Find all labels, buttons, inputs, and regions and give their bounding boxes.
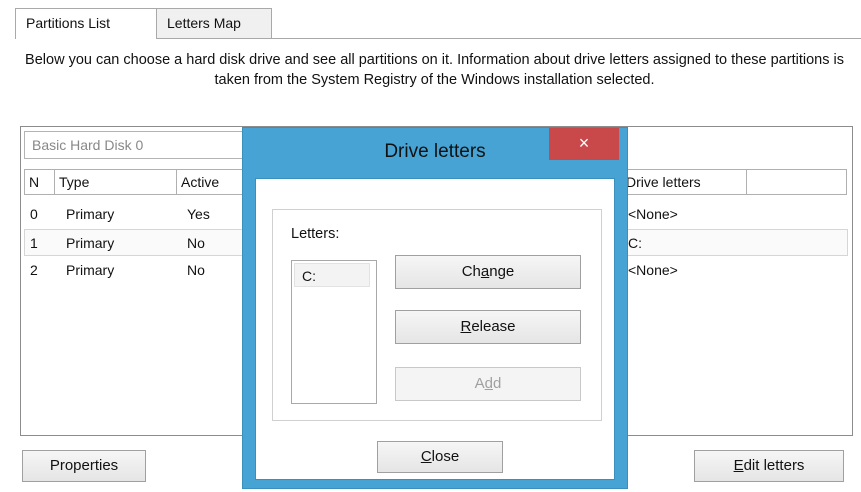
release-button[interactable]: Release — [395, 310, 581, 344]
close-button[interactable]: Close — [377, 441, 503, 473]
cell-drive-letters: C: — [628, 235, 642, 251]
cell-n: 1 — [30, 235, 38, 251]
cell-type: Primary — [66, 235, 115, 251]
button-label: elease — [471, 318, 516, 335]
letters-list[interactable]: C: — [291, 260, 377, 404]
intro-text: Below you can choose a hard disk drive a… — [25, 52, 844, 88]
button-label: dit letters — [743, 457, 805, 474]
mnemonic: a — [480, 263, 490, 280]
button-label: A — [474, 375, 485, 392]
add-button[interactable]: Add — [395, 367, 581, 401]
cell-active: No — [187, 262, 205, 278]
mnemonic: C — [420, 448, 432, 465]
cell-drive-letters: <None> — [628, 206, 678, 222]
cell-n: 0 — [30, 206, 38, 222]
tab-partitions-list[interactable]: Partitions List — [15, 8, 157, 39]
button-label: lose — [431, 448, 460, 465]
change-button[interactable]: Change — [395, 255, 581, 289]
mnemonic: E — [733, 457, 744, 474]
column-header-drive-letters[interactable]: Drive letters — [621, 169, 747, 195]
drive-letters-dialog: Drive letters × Letters: C: Change Relea… — [242, 127, 628, 489]
letters-group: Letters: C: Change Release Add — [272, 209, 602, 421]
column-header-n[interactable]: N — [24, 169, 55, 195]
column-header-empty — [747, 169, 847, 195]
edit-letters-button[interactable]: Edit letters — [694, 450, 844, 482]
dialog-body: Letters: C: Change Release Add Close — [255, 178, 615, 480]
button-label: d — [493, 375, 502, 392]
cell-type: Primary — [66, 206, 115, 222]
tab-letters-map[interactable]: Letters Map — [156, 8, 272, 38]
properties-button[interactable]: Properties — [22, 450, 146, 482]
column-header-type[interactable]: Type — [55, 169, 177, 195]
cell-n: 2 — [30, 262, 38, 278]
mnemonic: R — [460, 318, 472, 335]
list-item[interactable]: C: — [294, 263, 370, 287]
close-icon[interactable]: × — [549, 128, 619, 160]
mnemonic: d — [484, 375, 493, 392]
cell-active: Yes — [187, 206, 210, 222]
button-label: Ch — [461, 263, 481, 280]
cell-type: Primary — [66, 262, 115, 278]
cell-active: No — [187, 235, 205, 251]
cell-drive-letters: <None> — [628, 262, 678, 278]
letters-label: Letters: — [291, 226, 340, 242]
button-label: nge — [489, 263, 515, 280]
